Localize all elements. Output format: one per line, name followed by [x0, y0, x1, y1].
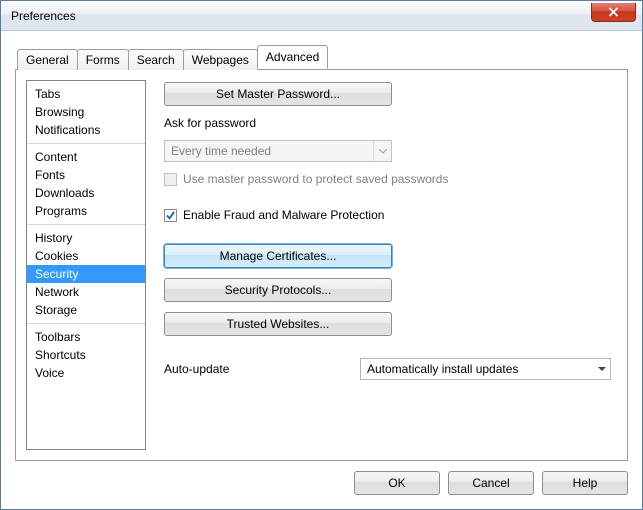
- sidebar-item-voice[interactable]: Voice: [27, 364, 145, 382]
- security-protocols-button[interactable]: Security Protocols...: [164, 278, 392, 302]
- use-master-password-label: Use master password to protect saved pas…: [183, 172, 448, 186]
- tab-advanced[interactable]: Advanced: [257, 45, 328, 69]
- tab-label: Search: [137, 53, 175, 67]
- tab-webpages[interactable]: Webpages: [183, 49, 258, 70]
- tab-label: Advanced: [266, 50, 319, 64]
- set-master-password-button[interactable]: Set Master Password...: [164, 82, 392, 106]
- manage-certificates-button[interactable]: Manage Certificates...: [164, 244, 392, 268]
- sidebar-item-history[interactable]: History: [27, 229, 145, 247]
- sidebar-item-security[interactable]: Security: [27, 265, 145, 283]
- sidebar-item-fonts[interactable]: Fonts: [27, 166, 145, 184]
- enable-fraud-row[interactable]: Enable Fraud and Malware Protection: [164, 208, 611, 222]
- tab-forms[interactable]: Forms: [77, 49, 129, 70]
- enable-fraud-label: Enable Fraud and Malware Protection: [183, 208, 384, 222]
- use-master-password-row: Use master password to protect saved pas…: [164, 172, 611, 186]
- sidebar-item-programs[interactable]: Programs: [27, 202, 145, 220]
- ask-for-password-label: Ask for password: [164, 116, 611, 130]
- titlebar: Preferences: [1, 1, 642, 31]
- sidebar-item-toolbars[interactable]: Toolbars: [27, 328, 145, 346]
- help-button[interactable]: Help: [542, 471, 628, 495]
- sidebar-item-network[interactable]: Network: [27, 283, 145, 301]
- cancel-button[interactable]: Cancel: [448, 471, 534, 495]
- main-panel: Set Master Password... Ask for password …: [146, 80, 617, 450]
- ok-button[interactable]: OK: [354, 471, 440, 495]
- chevron-down-icon: [373, 141, 391, 161]
- tab-label: Webpages: [192, 53, 249, 67]
- close-icon: [608, 7, 619, 17]
- dialog-footer: OK Cancel Help: [15, 461, 628, 495]
- sidebar-item-notifications[interactable]: Notifications: [27, 121, 145, 139]
- password-mode-select: Every time needed: [164, 140, 392, 162]
- client-area: General Forms Search Webpages Advanced T…: [1, 31, 642, 509]
- tab-search[interactable]: Search: [128, 49, 184, 70]
- tab-panel: Tabs Browsing Notifications Content Font…: [15, 69, 628, 461]
- chevron-down-icon: [598, 367, 606, 371]
- auto-update-row: Auto-update Automatically install update…: [164, 358, 611, 380]
- tab-label: General: [26, 53, 69, 67]
- sidebar-item-cookies[interactable]: Cookies: [27, 247, 145, 265]
- window-title: Preferences: [11, 9, 76, 23]
- password-mode-value: Every time needed: [171, 144, 271, 158]
- sidebar-item-tabs[interactable]: Tabs: [27, 85, 145, 103]
- sidebar-item-downloads[interactable]: Downloads: [27, 184, 145, 202]
- tab-label: Forms: [86, 53, 120, 67]
- tab-general[interactable]: General: [17, 49, 78, 70]
- sidebar-item-shortcuts[interactable]: Shortcuts: [27, 346, 145, 364]
- sidebar-item-browsing[interactable]: Browsing: [27, 103, 145, 121]
- tabs-row: General Forms Search Webpages Advanced: [15, 45, 628, 69]
- auto-update-label: Auto-update: [164, 362, 344, 376]
- trusted-websites-button[interactable]: Trusted Websites...: [164, 312, 392, 336]
- use-master-password-checkbox: [164, 173, 177, 186]
- auto-update-select[interactable]: Automatically install updates: [360, 358, 611, 380]
- sidebar-item-content[interactable]: Content: [27, 148, 145, 166]
- close-button[interactable]: [591, 3, 636, 22]
- sidebar: Tabs Browsing Notifications Content Font…: [26, 80, 146, 450]
- auto-update-value: Automatically install updates: [367, 362, 518, 376]
- enable-fraud-checkbox[interactable]: [164, 209, 177, 222]
- sidebar-item-storage[interactable]: Storage: [27, 301, 145, 319]
